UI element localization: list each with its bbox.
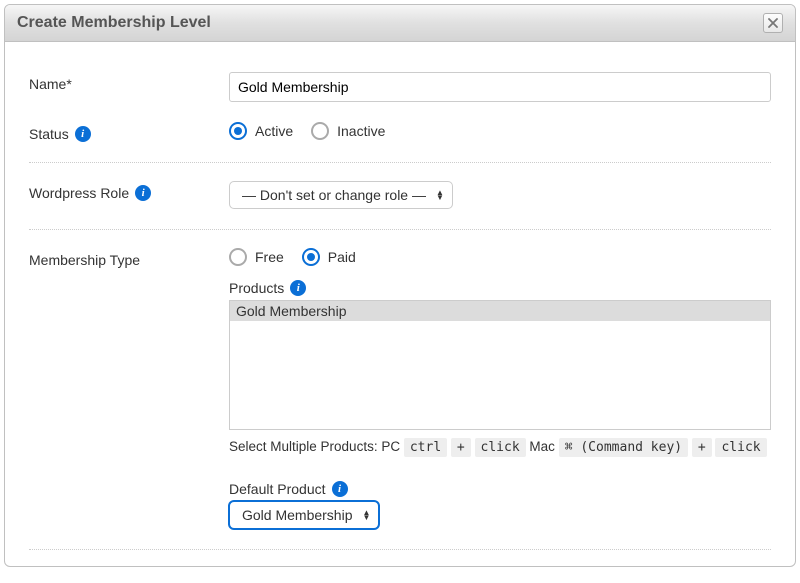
close-icon: [768, 18, 778, 28]
products-option[interactable]: Gold Membership: [230, 301, 770, 321]
chevron-updown-icon: ▲▼: [363, 510, 371, 520]
wp-role-select[interactable]: — Don't set or change role — ▲▼: [229, 181, 453, 209]
kbd: +: [451, 438, 471, 457]
name-row: Name*: [29, 62, 771, 112]
dialog-body: Name* Status i Active Inactive: [5, 42, 795, 566]
radio-icon: [311, 122, 329, 140]
type-paid-label: Paid: [328, 249, 356, 265]
radio-icon: [229, 122, 247, 140]
name-label: Name*: [29, 76, 72, 92]
radio-icon: [229, 248, 247, 266]
status-inactive-label: Inactive: [337, 123, 385, 139]
default-product-select[interactable]: Gold Membership ▲▼: [229, 501, 379, 529]
default-product-section: Default Product i Gold Membership ▲▼: [229, 481, 771, 529]
info-icon[interactable]: i: [290, 280, 306, 296]
membership-type-row: Membership Type Free Paid Products i: [29, 238, 771, 550]
dialog-title: Create Membership Level: [17, 14, 211, 32]
kbd: +: [692, 438, 712, 457]
kbd: ctrl: [404, 438, 447, 457]
membership-type-radio-group: Free Paid: [229, 248, 771, 266]
wp-role-selected: — Don't set or change role —: [242, 187, 426, 203]
name-input[interactable]: [229, 72, 771, 102]
kbd: ⌘ (Command key): [559, 438, 688, 457]
status-row: Status i Active Inactive: [29, 112, 771, 163]
default-product-label-row: Default Product i: [229, 481, 771, 497]
status-label: Status: [29, 126, 69, 142]
products-label-row: Products i: [229, 280, 771, 296]
default-product-selected: Gold Membership: [242, 507, 353, 523]
close-button[interactable]: [763, 13, 783, 33]
status-inactive-radio[interactable]: Inactive: [311, 122, 385, 140]
membership-type-label: Membership Type: [29, 252, 140, 268]
kbd: click: [715, 438, 766, 457]
chevron-updown-icon: ▲▼: [436, 190, 444, 200]
products-label: Products: [229, 280, 284, 296]
info-icon[interactable]: i: [332, 481, 348, 497]
radio-icon: [302, 248, 320, 266]
create-membership-dialog: Create Membership Level Name* Status i: [4, 4, 796, 567]
wp-role-row: Wordpress Role i — Don't set or change r…: [29, 171, 771, 230]
type-free-label: Free: [255, 249, 284, 265]
type-paid-radio[interactable]: Paid: [302, 248, 356, 266]
status-active-radio[interactable]: Active: [229, 122, 293, 140]
kbd: click: [475, 438, 526, 457]
wp-role-label: Wordpress Role: [29, 185, 129, 201]
status-active-label: Active: [255, 123, 293, 139]
default-product-label: Default Product: [229, 481, 326, 497]
multiselect-hint: Select Multiple Products: PC ctrl + clic…: [229, 436, 771, 459]
info-icon[interactable]: i: [75, 126, 91, 142]
dialog-header: Create Membership Level: [5, 5, 795, 42]
type-free-radio[interactable]: Free: [229, 248, 284, 266]
info-icon[interactable]: i: [135, 185, 151, 201]
status-radio-group: Active Inactive: [229, 122, 771, 140]
products-multiselect[interactable]: Gold Membership: [229, 300, 771, 430]
